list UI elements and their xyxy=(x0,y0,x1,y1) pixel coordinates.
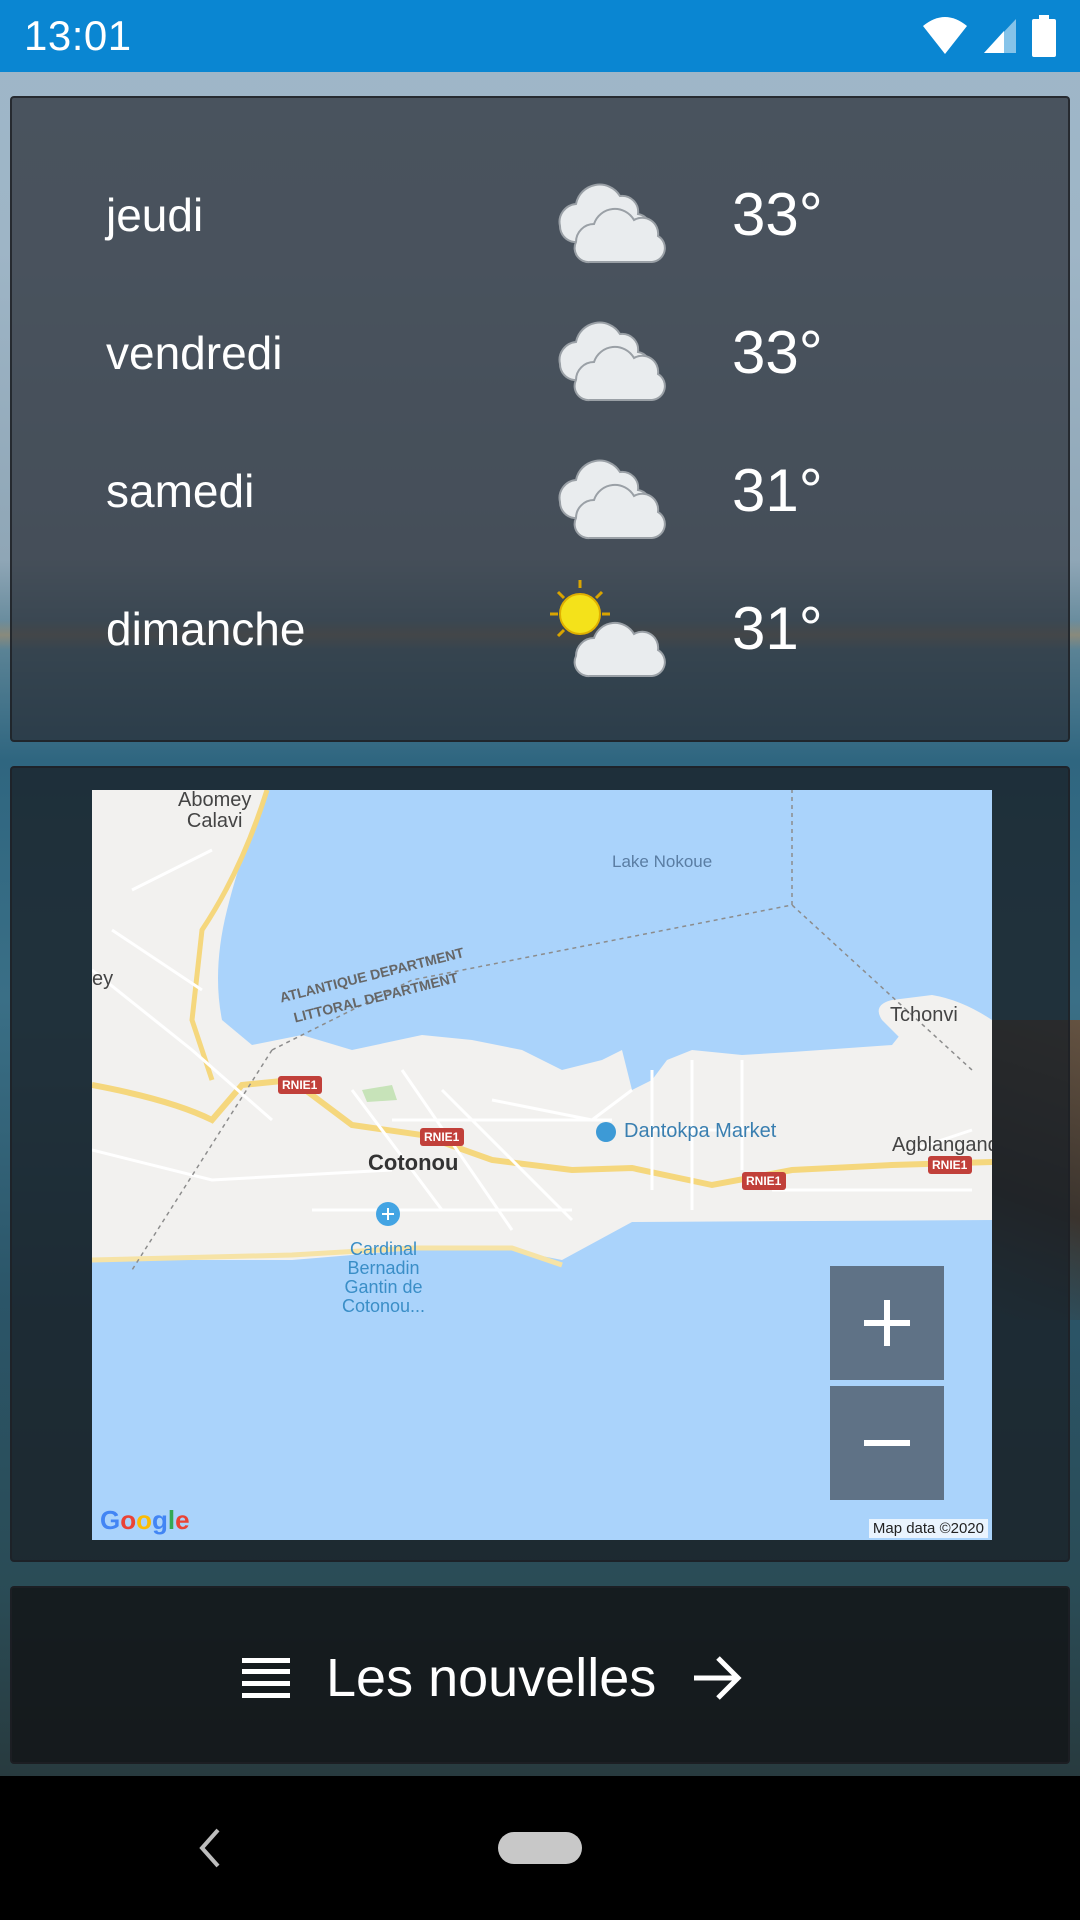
forecast-row: samedi 31° xyxy=(12,420,1068,558)
map-label-ey: ey xyxy=(92,968,114,990)
battery-icon xyxy=(1032,15,1056,57)
cloudy-icon xyxy=(558,321,666,402)
forecast-day: dimanche xyxy=(106,603,306,655)
forecast-row: vendredi 33° xyxy=(12,282,1068,420)
map-label-rnie1: RNIE1 xyxy=(424,1130,460,1144)
google-logo: Google xyxy=(100,1505,190,1535)
status-icons xyxy=(922,15,1056,57)
cell-signal-icon xyxy=(984,19,1016,53)
forecast-temp: 33° xyxy=(732,181,823,248)
zoom-in-button[interactable] xyxy=(830,1266,944,1380)
forecast-day: jeudi xyxy=(106,189,204,241)
forecast-row: dimanche 31° xyxy=(12,558,1068,696)
zoom-out-button[interactable] xyxy=(830,1386,944,1500)
map-label-rnie1: RNIE1 xyxy=(746,1174,782,1188)
status-time: 13:01 xyxy=(24,12,132,59)
forecast-day: vendredi xyxy=(106,327,283,379)
partly-sunny-icon xyxy=(550,580,666,678)
forecast-row: jeudi 33° xyxy=(12,144,1068,282)
map-label-dantokpa: Dantokpa Market xyxy=(624,1120,777,1142)
map-label-rnie1: RNIE1 xyxy=(282,1078,318,1092)
map-label-tchonvi: Tchonvi xyxy=(890,1004,958,1026)
back-icon[interactable] xyxy=(186,1820,236,1876)
map-label-lake: Lake Nokoue xyxy=(612,852,713,871)
forecast-temp: 31° xyxy=(732,457,823,524)
list-icon xyxy=(242,1658,290,1698)
minus-icon xyxy=(864,1440,910,1446)
cloudy-icon xyxy=(558,459,666,540)
forecast-card: jeudi 33° vendredi 33° samedi 31° dimanc… xyxy=(10,96,1070,742)
home-pill[interactable] xyxy=(498,1832,582,1864)
map-label-abomey-calavi: Abomey Calavi xyxy=(178,790,252,832)
wifi-icon xyxy=(923,17,967,54)
forecast-day: samedi xyxy=(106,465,255,517)
forecast-temp: 33° xyxy=(732,319,823,386)
map-label-cotonou: Cotonou xyxy=(368,1150,459,1175)
forecast-temp: 31° xyxy=(732,595,823,662)
cloudy-icon xyxy=(558,183,666,264)
news-button[interactable]: Les nouvelles xyxy=(240,1638,744,1718)
navigation-bar xyxy=(0,1776,1080,1920)
status-bar: 13:01 xyxy=(0,0,1080,72)
news-label: Les nouvelles xyxy=(326,1648,657,1708)
news-card: Les nouvelles xyxy=(10,1586,1070,1764)
map-label-rnie1: RNIE1 xyxy=(932,1158,968,1172)
map-label-airport: Cardinal Bernadin Gantin de Cotonou... xyxy=(342,1239,426,1316)
plus-icon xyxy=(864,1300,910,1346)
map-view[interactable]: Abomey Calavi Lake Nokoue ey ATLANTIQUE … xyxy=(92,790,992,1540)
map-label-agblangan: Agblangand xyxy=(892,1134,992,1156)
map-card: Abomey Calavi Lake Nokoue ey ATLANTIQUE … xyxy=(10,766,1070,1562)
map-credit[interactable]: Map data ©2020 xyxy=(868,1519,988,1538)
arrow-right-icon xyxy=(694,1656,742,1700)
